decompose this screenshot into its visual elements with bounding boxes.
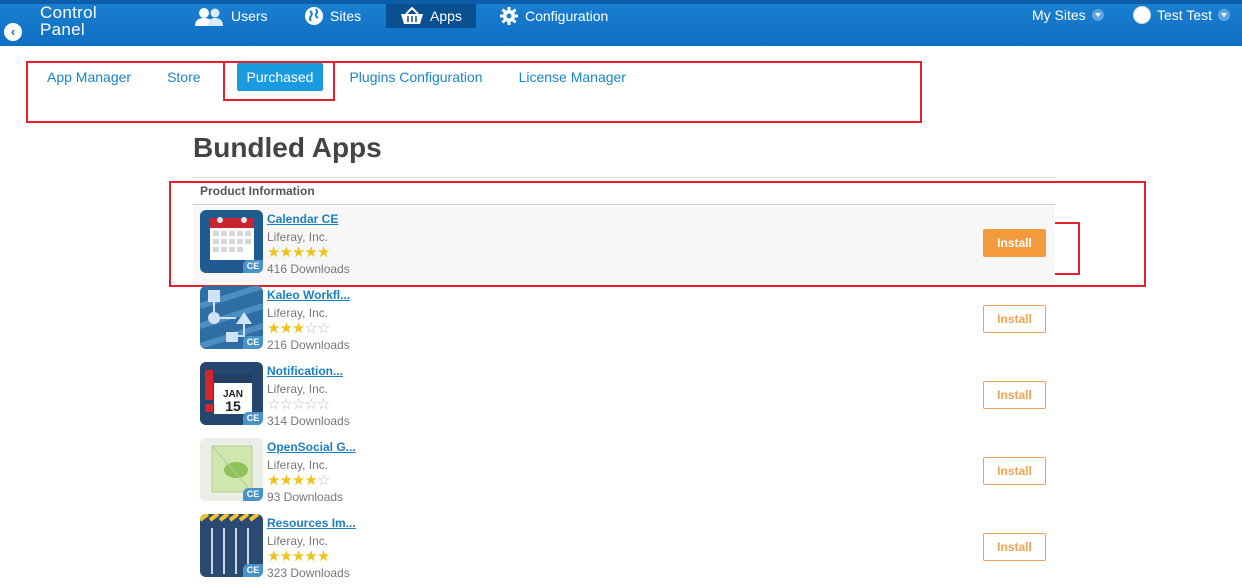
control-panel-topbar: ‹ Control Panel Users Sites Apps Configu… [0, 0, 1242, 46]
notification-calendar-icon: JAN 15 CE [200, 362, 263, 425]
control-panel-title: Control Panel [40, 4, 97, 38]
gear-icon [500, 7, 518, 25]
install-button[interactable]: Install [983, 533, 1046, 561]
star-empty-icon: ☆ [304, 396, 317, 413]
rating-stars: ★★★★★ [267, 244, 330, 261]
star-filled-icon: ★ [304, 244, 317, 261]
install-button[interactable]: Install [983, 305, 1046, 333]
install-button[interactable]: Install [983, 457, 1046, 485]
ce-badge: CE [243, 412, 263, 425]
ce-badge: CE [243, 564, 263, 577]
app-row: CE Calendar CE Liferay, Inc. ★★★★★ 416 D… [193, 206, 1055, 282]
star-empty-icon: ☆ [316, 320, 330, 337]
app-vendor: Liferay, Inc. [267, 382, 329, 396]
rating-stars: ★★★★☆ [267, 472, 330, 489]
star-empty-icon: ☆ [316, 396, 330, 413]
star-filled-icon: ★ [267, 548, 280, 565]
app-downloads: 314 Downloads [267, 414, 350, 428]
nav-configuration-label: Configuration [525, 8, 609, 24]
control-panel-title-line1: Control [40, 3, 97, 22]
my-sites-dropdown[interactable]: My Sites [1032, 4, 1104, 26]
opensocial-gadget-icon: CE [200, 438, 263, 501]
calendar-icon: CE [200, 210, 263, 273]
app-downloads: 216 Downloads [267, 338, 350, 352]
star-filled-icon: ★ [291, 320, 305, 337]
app-name-link[interactable]: Calendar CE [267, 212, 338, 226]
chevron-down-icon [1218, 9, 1230, 21]
star-filled-icon: ★ [279, 244, 292, 261]
star-filled-icon: ★ [267, 320, 280, 337]
star-empty-icon: ☆ [304, 320, 317, 337]
rating-stars: ★★★★★ [267, 548, 330, 565]
ce-badge: CE [243, 488, 263, 501]
rating-stars: ☆☆☆☆☆ [267, 396, 330, 413]
app-vendor: Liferay, Inc. [267, 230, 329, 244]
star-filled-icon: ★ [279, 320, 292, 337]
app-vendor: Liferay, Inc. [267, 458, 329, 472]
star-filled-icon: ★ [267, 472, 280, 489]
user-name: Test Test [1157, 7, 1212, 23]
app-downloads: 416 Downloads [267, 262, 350, 276]
chevron-down-icon [1091, 9, 1104, 21]
app-vendor: Liferay, Inc. [267, 306, 329, 320]
ce-badge: CE [243, 260, 263, 273]
svg-text:15: 15 [225, 398, 241, 414]
control-panel-title-line2: Panel [40, 20, 85, 39]
star-filled-icon: ★ [304, 548, 317, 565]
star-empty-icon: ☆ [279, 396, 292, 413]
basket-icon [401, 7, 423, 24]
user-menu-dropdown[interactable]: Test Test [1133, 4, 1230, 26]
star-empty-icon: ☆ [291, 396, 305, 413]
star-empty-icon: ☆ [267, 396, 280, 413]
app-row: CE OpenSocial G... Liferay, Inc. ★★★★☆ 9… [193, 434, 1055, 510]
star-filled-icon: ★ [316, 244, 330, 261]
ce-badge: CE [243, 336, 263, 349]
my-sites-label: My Sites [1032, 7, 1086, 23]
users-icon [195, 8, 223, 26]
star-empty-icon: ☆ [316, 472, 330, 489]
star-filled-icon: ★ [279, 472, 292, 489]
app-name-link[interactable]: Kaleo Workfl... [267, 288, 350, 302]
page-title: Bundled Apps [193, 132, 382, 163]
app-name-link[interactable]: OpenSocial G... [267, 440, 356, 454]
nav-users[interactable]: Users [193, 4, 268, 28]
app-vendor: Liferay, Inc. [267, 534, 329, 548]
nav-sites[interactable]: Sites [304, 4, 361, 28]
workflow-icon: CE [200, 286, 263, 349]
star-filled-icon: ★ [279, 548, 292, 565]
nav-sites-label: Sites [330, 8, 362, 24]
avatar [1133, 6, 1151, 24]
table-header: Product Information [193, 177, 1055, 205]
nav-configuration[interactable]: Configuration [499, 4, 608, 28]
star-filled-icon: ★ [291, 244, 305, 261]
app-row: JAN 15 CE Notification... Liferay, Inc. … [193, 358, 1055, 434]
star-filled-icon: ★ [304, 472, 317, 489]
nav-apps[interactable]: Apps [386, 4, 476, 28]
back-icon[interactable]: ‹ [4, 23, 22, 41]
install-button[interactable]: Install [983, 381, 1046, 409]
star-filled-icon: ★ [267, 244, 280, 261]
app-downloads: 93 Downloads [267, 490, 344, 504]
star-filled-icon: ★ [316, 548, 330, 565]
table-header-label: Product Information [200, 184, 315, 198]
rating-stars: ★★★☆☆ [267, 320, 330, 337]
app-name-link[interactable]: Resources Im... [267, 516, 356, 530]
nav-users-label: Users [231, 8, 268, 24]
highlight-box-purchased [223, 61, 335, 101]
app-row: CE Resources Im... Liferay, Inc. ★★★★★ 3… [193, 510, 1055, 585]
star-filled-icon: ★ [291, 548, 305, 565]
highlight-box-tabs [26, 61, 922, 123]
star-filled-icon: ★ [291, 472, 305, 489]
app-row: CE Kaleo Workfl... Liferay, Inc. ★★★☆☆ 2… [193, 282, 1055, 358]
nav-apps-label: Apps [430, 8, 462, 24]
app-downloads: 323 Downloads [267, 566, 350, 580]
globe-icon [305, 7, 323, 25]
resources-importer-icon: CE [200, 514, 263, 577]
install-button[interactable]: Install [983, 229, 1046, 257]
app-name-link[interactable]: Notification... [267, 364, 343, 378]
